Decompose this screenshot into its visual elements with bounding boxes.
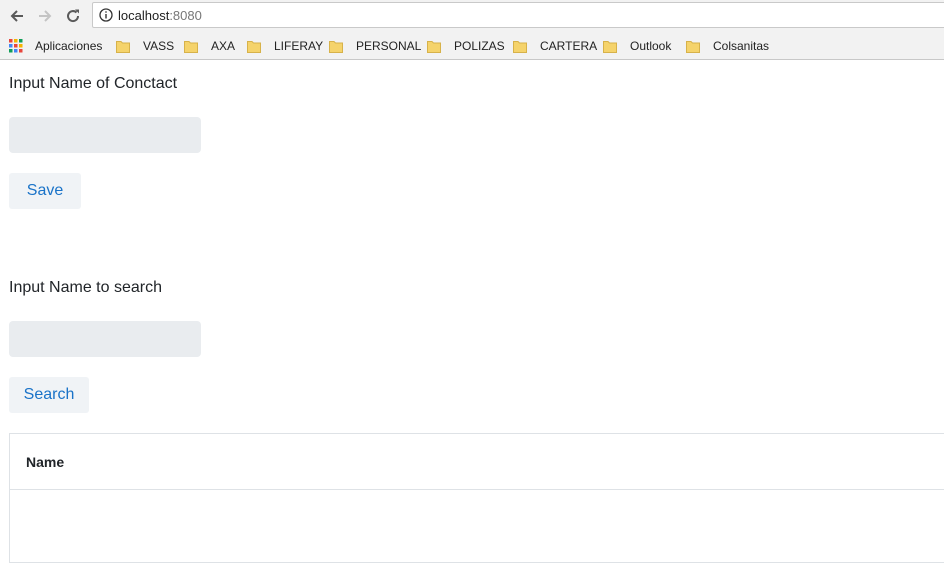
info-icon [99,8,113,22]
folder-icon [603,41,617,53]
contact-name-label: Input Name of Conctact [9,75,178,92]
browser-toolbar: localhost:8080 [0,0,944,32]
bookmark-cartera[interactable]: CARTERA [513,38,597,54]
back-button[interactable] [6,5,28,27]
search-button[interactable]: Search [9,377,89,413]
bookmark-aplicaciones[interactable]: Aplicaciones [9,38,102,54]
bookmark-label: LIFERAY [274,39,324,53]
arrow-left-icon [10,10,23,22]
bookmark-colsanitas[interactable]: Colsanitas [686,38,769,54]
bookmark-vass[interactable]: VASS [116,38,174,54]
url-host: localhost [118,8,170,23]
reload-button[interactable] [62,5,84,27]
apps-grid-icon [9,39,23,53]
search-input[interactable] [9,321,201,357]
folder-icon [513,41,527,53]
folder-icon [116,41,130,53]
bookmark-polizas[interactable]: POLIZAS [427,38,505,54]
bookmark-outlook[interactable]: Outlook [603,38,671,54]
url-text[interactable]: localhost:8080 [118,8,202,23]
bookmark-label: CARTERA [540,39,598,53]
folder-icon [247,41,261,53]
bookmark-label: Outlook [630,39,672,53]
table-header-name: Name [26,454,65,470]
url-port: :8080 [169,8,202,23]
bookmark-personal[interactable]: PERSONAL [329,38,421,54]
bookmark-label: VASS [143,39,175,53]
folder-icon [184,41,198,53]
folder-icon [686,41,700,53]
bookmark-label: POLIZAS [454,39,505,53]
bookmark-label: Aplicaciones [35,39,103,53]
search-name-label: Input Name to search [9,279,162,296]
reload-icon [67,9,80,23]
results-table: Name [9,433,944,563]
forward-button[interactable] [34,5,56,27]
bookmark-label: AXA [211,39,236,53]
folder-icon [329,41,343,53]
arrow-right-icon [39,10,52,22]
bookmark-label: PERSONAL [356,39,422,53]
bookmark-label: Colsanitas [713,39,770,53]
address-bar[interactable]: localhost:8080 [92,2,944,28]
contact-name-input[interactable] [9,117,201,153]
bookmark-axa[interactable]: AXA [184,38,235,54]
table-header-divider [10,489,944,490]
save-button[interactable]: Save [9,173,81,209]
folder-icon [427,41,441,53]
bookmark-liferay[interactable]: LIFERAY [247,38,323,54]
bookmarks-bar: Aplicaciones VASS AXA LIFERAY PERSONAL P… [0,32,944,60]
